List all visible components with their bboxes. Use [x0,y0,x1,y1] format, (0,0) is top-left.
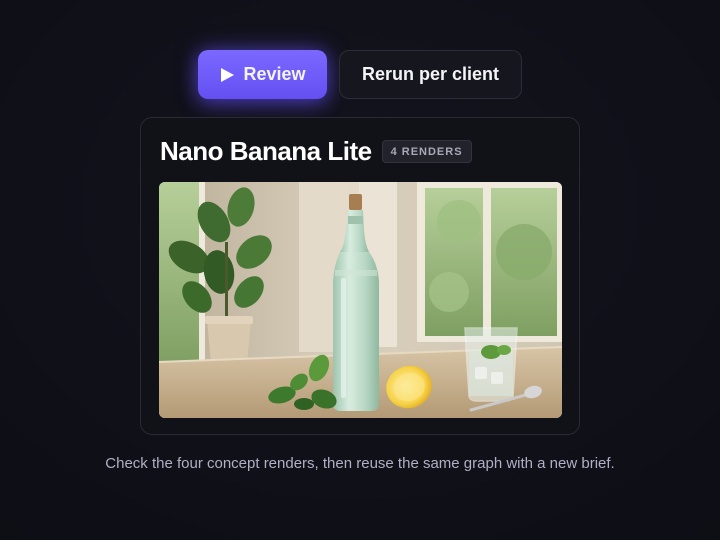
card-title: Nano Banana Lite [160,136,372,166]
render-count-badge: 4 RENDERS [381,140,472,163]
render-image[interactable] [159,182,562,418]
caption-text: Check the four concept renders, then reu… [105,455,615,472]
play-icon [219,67,235,83]
render-card: Nano Banana Lite 4 RENDERS [140,117,580,435]
card-header: Nano Banana Lite 4 RENDERS [160,136,472,167]
review-button-label: Review [243,64,306,84]
action-bar: Review Rerun per client [0,50,720,99]
rerun-button-label: Rerun per client [361,64,500,84]
rerun-per-client-button[interactable]: Rerun per client [339,50,522,99]
review-button[interactable]: Review [198,50,327,99]
